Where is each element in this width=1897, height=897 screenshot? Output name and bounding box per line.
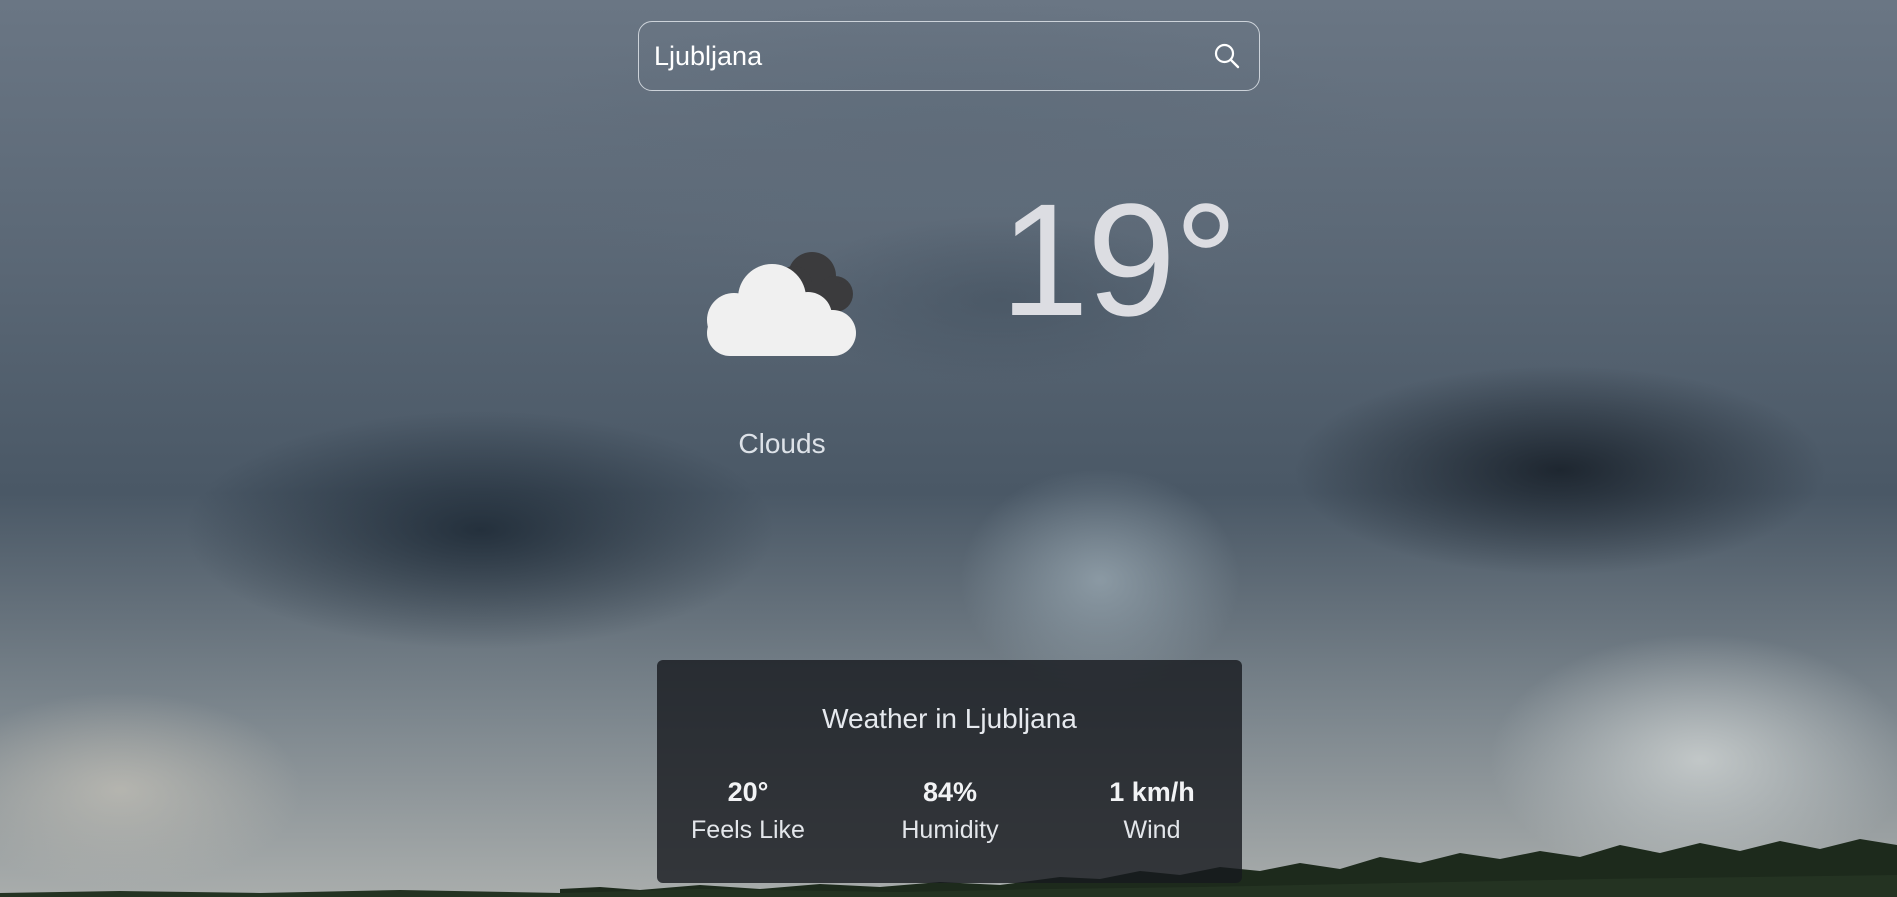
feels-like-value: 20°: [727, 777, 769, 807]
wind-value: 1 km/h: [1109, 777, 1195, 807]
feels-like-label: Feels Like: [691, 816, 805, 844]
weather-condition: Clouds: [738, 428, 826, 459]
search-button[interactable]: [1209, 38, 1245, 74]
search-icon: [1214, 43, 1240, 69]
wind-stat: 1 km/h Wind: [1062, 775, 1242, 847]
location-title: Weather in Ljubljana: [822, 703, 1077, 734]
clouds-icon: [707, 252, 856, 356]
humidity-stat: 84% Humidity: [860, 775, 1040, 847]
current-temperature: 19°: [1000, 170, 1238, 349]
humidity-label: Humidity: [901, 816, 999, 844]
humidity-value: 84%: [922, 777, 978, 807]
feels-like-stat: 20° Feels Like: [658, 775, 838, 847]
weather-details-card: Weather in Ljubljana 20° Feels Like 84% …: [657, 660, 1242, 883]
wind-label: Wind: [1123, 816, 1181, 844]
search-bar: [638, 21, 1260, 91]
city-search-input[interactable]: [654, 40, 1209, 72]
